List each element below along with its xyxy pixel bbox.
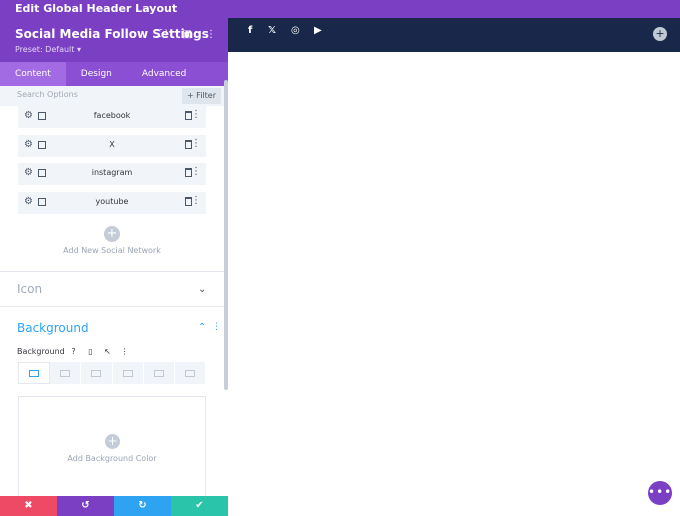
- list-item[interactable]: ⚙ youtube ⋮: [18, 191, 206, 214]
- video-icon: [122, 370, 133, 377]
- facebook-icon[interactable]: f: [248, 25, 252, 36]
- add-bg-color-label[interactable]: Add Background Color: [19, 454, 205, 463]
- redo-button[interactable]: ↻: [114, 496, 171, 516]
- page-settings-button[interactable]: •••: [648, 481, 672, 505]
- add-network-label[interactable]: Add New Social Network: [0, 246, 224, 255]
- image-icon: [91, 370, 102, 377]
- header-preview: f 𝕏 ◎ ▶: [228, 18, 680, 52]
- help-icon[interactable]: ?: [68, 346, 79, 357]
- list-item[interactable]: ⚙ X ⋮: [18, 134, 206, 157]
- social-network-list: ⚙ facebook ⋮ ⚙ X ⋮ ⚙ instagram ⋮ ⚙ youtu…: [18, 106, 206, 220]
- bg-pattern-tab[interactable]: [143, 362, 175, 384]
- panel-header: Social Media Follow Settings Preset: Def…: [0, 18, 228, 62]
- paint-bucket-icon: [29, 370, 40, 377]
- section-divider: [0, 306, 224, 307]
- background-tools: ? ▯ ↖ ⋮: [68, 346, 130, 357]
- panel-footer: ✖ ↺ ↻ ✔: [0, 496, 228, 516]
- tab-advanced[interactable]: Advanced: [127, 62, 201, 86]
- section-divider: [0, 271, 224, 272]
- mask-icon: [184, 370, 195, 377]
- x-icon[interactable]: 𝕏: [268, 25, 276, 36]
- icon-section-title[interactable]: Icon: [17, 282, 42, 296]
- hover-icon[interactable]: ↖: [102, 346, 113, 357]
- more-options-icon[interactable]: ⋮: [191, 166, 201, 177]
- youtube-icon[interactable]: ▶: [314, 25, 322, 36]
- responsive-icon[interactable]: ▯: [85, 346, 96, 357]
- more-options-icon[interactable]: ⋮: [119, 346, 130, 357]
- filter-button[interactable]: + Filter: [181, 88, 221, 104]
- network-label: X: [109, 139, 115, 149]
- undo-button[interactable]: ↺: [57, 496, 114, 516]
- add-bg-color-button[interactable]: +: [105, 434, 120, 449]
- save-button[interactable]: ✔: [171, 496, 228, 516]
- background-color-box: + Add Background Color: [18, 396, 206, 498]
- bg-video-tab[interactable]: [112, 362, 144, 384]
- bg-image-tab[interactable]: [81, 362, 113, 384]
- more-options-icon[interactable]: ⋮: [191, 195, 201, 206]
- more-options-icon[interactable]: ⋮: [204, 28, 218, 42]
- bg-mask-tab[interactable]: [174, 362, 207, 384]
- preset-selector[interactable]: Preset: Default ▾: [15, 45, 81, 54]
- network-label: instagram: [91, 168, 133, 177]
- more-options-icon[interactable]: ⋮: [191, 138, 201, 149]
- more-options-icon[interactable]: ⋮: [191, 109, 201, 120]
- settings-tabs: Content Design Advanced: [0, 62, 228, 86]
- instagram-icon[interactable]: ◎: [291, 25, 300, 36]
- panel-scrollbar[interactable]: [224, 80, 228, 390]
- add-module-button[interactable]: +: [653, 27, 667, 41]
- list-item[interactable]: ⚙ facebook ⋮: [18, 106, 206, 128]
- bg-gradient-tab[interactable]: [50, 362, 82, 384]
- gradient-icon: [60, 370, 71, 377]
- search-input[interactable]: Search Options: [17, 90, 78, 99]
- network-label: facebook: [93, 111, 131, 120]
- search-bar: Search Options + Filter: [0, 86, 228, 106]
- background-label: Background: [17, 347, 65, 356]
- tab-design[interactable]: Design: [66, 62, 127, 86]
- background-type-tabs: [18, 362, 207, 384]
- background-section-title[interactable]: Background: [17, 321, 89, 335]
- more-options-icon[interactable]: ⋮: [212, 322, 221, 332]
- list-item[interactable]: ⚙ instagram ⋮: [18, 163, 206, 185]
- split-view-icon[interactable]: ▣: [180, 28, 194, 42]
- pattern-icon: [153, 370, 164, 377]
- chevron-up-icon[interactable]: ⌃: [198, 322, 206, 333]
- builder-title: Edit Global Header Layout: [15, 2, 178, 15]
- tab-content[interactable]: Content: [0, 62, 66, 86]
- add-network-button[interactable]: +: [104, 226, 120, 242]
- builder-title-bar: Edit Global Header Layout: [0, 0, 680, 18]
- chevron-down-icon[interactable]: ⌄: [198, 284, 206, 295]
- expand-icon[interactable]: ⛶: [156, 28, 170, 42]
- bg-color-tab[interactable]: [18, 362, 51, 384]
- network-label: youtube: [95, 196, 129, 206]
- cancel-button[interactable]: ✖: [0, 496, 57, 516]
